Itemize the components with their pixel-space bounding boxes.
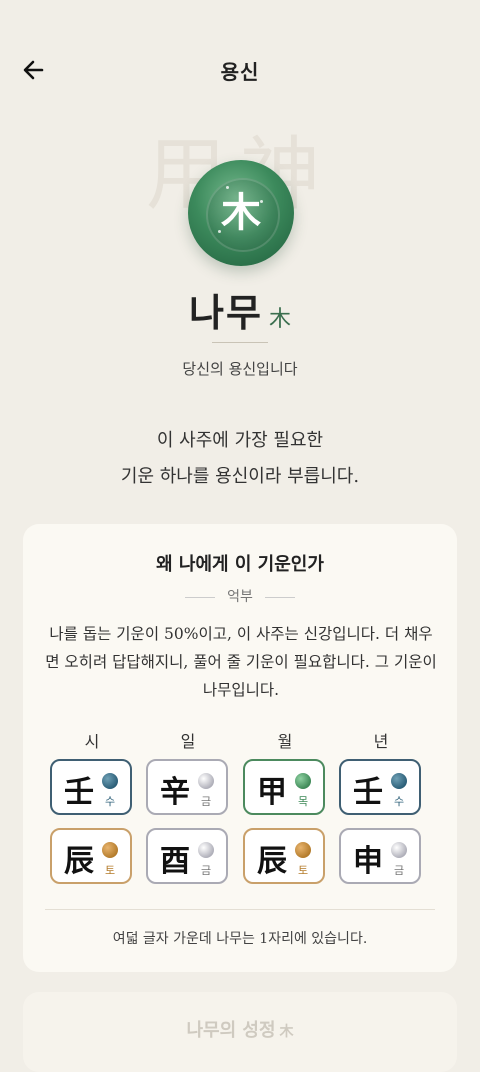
water-element-icon [391,773,407,789]
pillar-header-month: 월 [277,732,293,751]
pillar-header-year: 년 [373,732,389,751]
next-section-card[interactable]: 나무의 성정 木 [23,992,457,1072]
metal-element-icon [198,842,214,858]
name-underline [212,342,268,343]
earth-element-icon [295,842,311,858]
card-title: 왜 나에게 이 기운인가 [156,554,324,575]
element-name-hanja: 木 [268,307,291,332]
description-line-2: 기운 하나를 용신이라 부릅니다. [120,466,360,487]
stem-cell-year[interactable]: 壬 수 [339,759,421,815]
hero-subtitle: 당신의 용신입니다 [182,360,298,378]
description: 이 사주에 가장 필요한 기운 하나를 용신이라 부릅니다. [0,423,480,495]
orb-hanja: 木 [221,189,261,236]
element-name-korean: 나무 [189,290,263,335]
metal-element-icon [391,842,407,858]
pillar-header-day: 일 [180,732,196,751]
branch-cell-day[interactable]: 酉 금 [146,828,228,884]
element-orb: 木 [188,160,294,266]
pillar-header-hour: 시 [84,732,100,751]
stem-cell-hour[interactable]: 壬 수 [50,759,132,815]
branch-cell-year[interactable]: 申 금 [339,828,421,884]
wood-element-icon [295,773,311,789]
earth-element-icon [102,842,118,858]
water-element-icon [102,773,118,789]
card-body: 나를 돕는 기운이 50%이고, 이 사주는 신강입니다. 더 채우면 오히려 … [45,625,437,699]
branch-cell-hour[interactable]: 辰 토 [50,828,132,884]
stem-cell-day[interactable]: 辛 금 [146,759,228,815]
description-line-1: 이 사주에 가장 필요한 [156,430,324,451]
card-divider [45,909,435,910]
element-name: 나무 木 [0,282,480,337]
stem-cell-month[interactable]: 甲 목 [243,759,325,815]
next-section-title: 나무의 성정 木 [186,1020,294,1041]
method-label: 억부 [23,586,457,606]
page-title: 용신 [220,60,260,84]
reason-card: 왜 나에게 이 기운인가 억부 나를 돕는 기운이 50%이고, 이 사주는 신… [23,524,457,972]
metal-element-icon [198,773,214,789]
branch-cell-month[interactable]: 辰 토 [243,828,325,884]
card-footnote: 여덟 글자 가운데 나무는 1자리에 있습니다. [112,931,368,947]
